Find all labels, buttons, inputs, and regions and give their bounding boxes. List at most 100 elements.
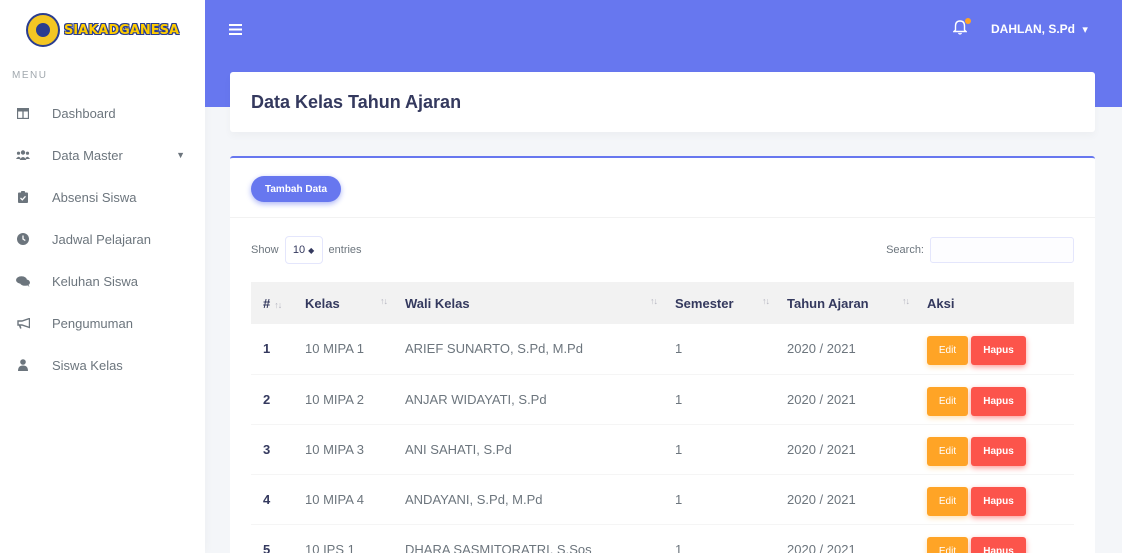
- entries-select[interactable]: 10 ◆: [284, 236, 323, 264]
- kelas-cell: 10 MIPA 4: [305, 491, 365, 507]
- users-icon: [16, 148, 30, 162]
- delete-button[interactable]: Hapus: [971, 536, 1026, 553]
- delete-button[interactable]: Hapus: [971, 486, 1026, 516]
- clipboard-check-icon: [16, 190, 30, 204]
- column-header-number[interactable]: # ↑↓: [251, 282, 293, 324]
- kelas-cell: 10 MIPA 2: [305, 391, 365, 407]
- edit-button[interactable]: Edit: [927, 486, 968, 516]
- edit-button[interactable]: Edit: [927, 386, 968, 416]
- semester-cell: 1: [675, 541, 683, 553]
- row-number: 1: [263, 341, 271, 357]
- sidebar-item-absensi-siswa[interactable]: Absensi Siswa: [0, 176, 205, 218]
- search-input[interactable]: [930, 237, 1074, 263]
- kelas-cell: 10 MIPA 1: [305, 341, 365, 357]
- bullhorn-icon: [16, 316, 30, 330]
- add-data-button[interactable]: Tambah Data: [251, 176, 342, 202]
- sidebar-item-label: Siswa Kelas: [52, 357, 123, 373]
- table-row: 3 10 MIPA 3 ANI SAHATI, S.Pd 1 2020 / 20…: [251, 424, 1074, 474]
- row-number: 4: [263, 491, 271, 507]
- sidebar-item-siswa-kelas[interactable]: Siswa Kelas: [0, 344, 205, 386]
- entries-label: entries: [328, 244, 362, 256]
- sidebar-item-dashboard[interactable]: Dashboard: [0, 92, 205, 134]
- hamburger-menu-icon[interactable]: [229, 22, 242, 40]
- sidebar-item-label: Absensi Siswa: [52, 189, 137, 205]
- show-label: Show: [251, 244, 279, 256]
- sort-icon: ↑↓: [274, 299, 282, 310]
- sidebar-item-label: Data Master: [52, 147, 123, 163]
- bell-icon[interactable]: [952, 18, 971, 40]
- wali-kelas-cell: ARIEF SUNARTO, S.Pd, M.Pd: [405, 341, 583, 357]
- data-card: Tambah Data Show 10 ◆ entries Search: # ↑…: [230, 156, 1095, 553]
- edit-button[interactable]: Edit: [927, 336, 968, 366]
- table-row: 5 10 IPS 1 DHARA SASMITORATRI, S.Sos 1 2…: [251, 524, 1074, 553]
- tahun-ajaran-cell: 2020 / 2021: [787, 341, 856, 357]
- search-label: Search:: [886, 244, 924, 256]
- edit-button[interactable]: Edit: [927, 436, 968, 466]
- table-controls: Show 10 ◆ entries Search:: [251, 235, 1074, 265]
- delete-button[interactable]: Hapus: [971, 436, 1026, 466]
- tahun-ajaran-cell: 2020 / 2021: [787, 491, 856, 507]
- table-row: 1 10 MIPA 1 ARIEF SUNARTO, S.Pd, M.Pd 1 …: [251, 324, 1074, 374]
- column-header-tahun-ajaran[interactable]: Tahun Ajaran ↑↓: [775, 282, 915, 324]
- semester-cell: 1: [675, 441, 683, 457]
- section-header: Data Kelas Tahun Ajaran: [230, 72, 1095, 132]
- column-header-wali-kelas[interactable]: Wali Kelas ↑↓: [393, 282, 663, 324]
- wali-kelas-cell: ANI SAHATI, S.Pd: [405, 441, 512, 457]
- tahun-ajaran-cell: 2020 / 2021: [787, 541, 856, 553]
- sort-icon: ↑↓: [902, 296, 910, 306]
- semester-cell: 1: [675, 391, 683, 407]
- sort-icon: ↑↓: [762, 296, 770, 306]
- wali-kelas-cell: ANJAR WIDAYATI, S.Pd: [405, 391, 547, 407]
- edit-button[interactable]: Edit: [927, 536, 968, 553]
- row-number: 5: [263, 541, 271, 553]
- kelas-table: # ↑↓ Kelas ↑↓ Wali Kelas ↑↓ Semester ↑↓ Tahu…: [251, 282, 1074, 553]
- semester-cell: 1: [675, 341, 683, 357]
- actions-cell: Edit Hapus: [915, 424, 1074, 474]
- sort-icon: ↑↓: [380, 296, 388, 306]
- wali-kelas-cell: DHARA SASMITORATRI, S.Sos: [405, 541, 592, 553]
- sidebar-item-label: Pengumuman: [52, 315, 133, 331]
- sort-icon: ↑↓: [650, 296, 658, 306]
- row-number: 2: [263, 391, 271, 407]
- row-number: 3: [263, 441, 271, 457]
- entries-length: Show 10 ◆ entries: [251, 235, 362, 265]
- wali-kelas-cell: ANDAYANI, S.Pd, M.Pd: [405, 491, 543, 507]
- sidebar-item-jadwal-pelajaran[interactable]: Jadwal Pelajaran: [0, 218, 205, 260]
- columns-icon: [16, 106, 30, 120]
- user-name: DAHLAN, S.Pd: [991, 22, 1075, 36]
- card-header: Tambah Data: [230, 158, 1095, 218]
- delete-button[interactable]: Hapus: [971, 386, 1026, 416]
- actions-cell: Edit Hapus: [915, 474, 1074, 524]
- kelas-cell: 10 MIPA 3: [305, 441, 365, 457]
- chevron-down-icon: ▾: [1082, 24, 1088, 36]
- actions-cell: Edit Hapus: [915, 374, 1074, 424]
- column-header-semester[interactable]: Semester ↑↓: [663, 282, 775, 324]
- semester-cell: 1: [675, 491, 683, 507]
- sidebar-item-keluhan-siswa[interactable]: Keluhan Siswa: [0, 260, 205, 302]
- clock-icon: [16, 232, 30, 246]
- sidebar-item-data-master[interactable]: Data Master ▼: [0, 134, 205, 176]
- comments-icon: [16, 274, 30, 288]
- sidebar-item-pengumuman[interactable]: Pengumuman: [0, 302, 205, 344]
- user-icon: [16, 358, 30, 372]
- column-header-kelas[interactable]: Kelas ↑↓: [293, 282, 393, 324]
- user-menu[interactable]: DAHLAN, S.Pd ▾: [991, 22, 1088, 36]
- table-search: Search:: [886, 235, 1074, 265]
- sidebar-item-label: Keluhan Siswa: [52, 273, 138, 289]
- kelas-cell: 10 IPS 1: [305, 541, 355, 553]
- table-row: 4 10 MIPA 4 ANDAYANI, S.Pd, M.Pd 1 2020 …: [251, 474, 1074, 524]
- sidebar-item-label: Dashboard: [52, 105, 116, 121]
- brand[interactable]: SIAKADGANESA: [0, 0, 205, 60]
- actions-cell: Edit Hapus: [915, 324, 1074, 374]
- entries-value: 10: [292, 244, 306, 256]
- school-logo-icon: [25, 13, 60, 47]
- table-row: 2 10 MIPA 2 ANJAR WIDAYATI, S.Pd 1 2020 …: [251, 374, 1074, 424]
- tahun-ajaran-cell: 2020 / 2021: [787, 441, 856, 457]
- menu-header: MENU: [12, 70, 48, 81]
- chevron-down-icon: ▼: [176, 150, 185, 160]
- tahun-ajaran-cell: 2020 / 2021: [787, 391, 856, 407]
- delete-button[interactable]: Hapus: [971, 336, 1026, 366]
- sidebar: SIAKADGANESA MENU Dashboard Data Master …: [0, 0, 205, 553]
- column-header-aksi: Aksi: [927, 295, 955, 311]
- notification-dot: [965, 18, 971, 24]
